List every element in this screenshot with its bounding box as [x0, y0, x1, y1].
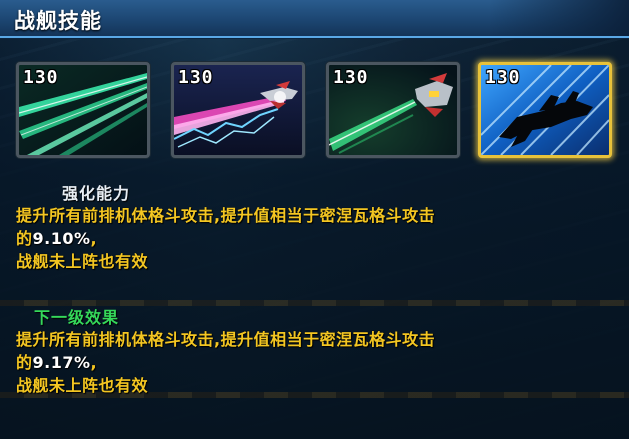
current-effect-line-2: 的9.10%, — [16, 227, 616, 250]
skill-slot-3[interactable]: 130 — [326, 62, 460, 158]
next-level-suffix: , — [90, 353, 98, 372]
page-title: 战舰技能 — [14, 9, 102, 33]
current-effect-line-1: 提升所有前排机体格斗攻击,提升值相当于密涅瓦格斗攻击 — [16, 206, 436, 225]
next-level-line-2: 的9.17%, — [16, 351, 616, 374]
skill-detail-panel: 强化能力 提升所有前排机体格斗攻击,提升值相当于密涅瓦格斗攻击 的9.10%, … — [0, 170, 629, 439]
next-level-line-1: 提升所有前排机体格斗攻击,提升值相当于密涅瓦格斗攻击 — [16, 330, 436, 349]
next-level-prefix: 的 — [16, 353, 33, 372]
skill-level: 130 — [178, 67, 214, 88]
current-effect-line-3: 战舰未上阵也有效 — [16, 252, 149, 271]
current-effect-prefix: 的 — [16, 229, 33, 248]
next-level-title: 下一级效果 — [34, 308, 120, 327]
current-effect-description: 提升所有前排机体格斗攻击,提升值相当于密涅瓦格斗攻击 的9.10%, 战舰未上阵… — [16, 204, 616, 273]
current-effect-title: 强化能力 — [62, 184, 131, 203]
current-effect-value: 9.10% — [32, 229, 91, 248]
current-effect-suffix: , — [90, 229, 98, 248]
next-level-description: 提升所有前排机体格斗攻击,提升值相当于密涅瓦格斗攻击 的9.17%, 战舰未上阵… — [16, 328, 616, 397]
skill-slot-4[interactable]: 130 — [478, 62, 612, 158]
skill-level: 130 — [23, 67, 59, 88]
skill-level: 130 — [485, 67, 521, 88]
next-level-value: 9.17% — [32, 353, 91, 372]
next-level-line-3: 战舰未上阵也有效 — [16, 376, 149, 395]
header-decoration — [489, 0, 629, 36]
header-bar: 战舰技能 — [0, 0, 629, 38]
skill-slot-1[interactable]: 130 — [16, 62, 150, 158]
skill-level: 130 — [333, 67, 369, 88]
skill-slot-2[interactable]: 130 — [171, 62, 305, 158]
